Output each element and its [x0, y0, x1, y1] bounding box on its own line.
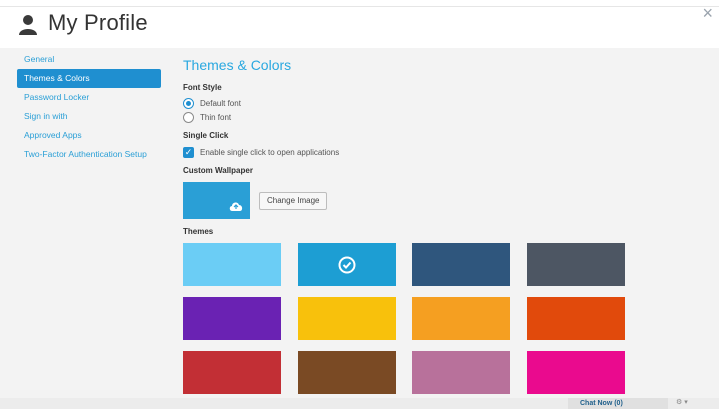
- theme-swatch-purple[interactable]: [183, 297, 281, 340]
- sidebar-item-general[interactable]: General: [17, 50, 161, 69]
- wallpaper-preview[interactable]: [183, 182, 250, 219]
- main-panel: Themes & Colors Font Style Default font …: [183, 55, 703, 394]
- sidebar: General Themes & Colors Password Locker …: [17, 50, 161, 164]
- sidebar-item-password-locker[interactable]: Password Locker: [17, 88, 161, 107]
- single-click-label: Single Click: [183, 131, 229, 140]
- sidebar-item-two-factor[interactable]: Two-Factor Authentication Setup: [17, 145, 161, 164]
- theme-swatch-brown[interactable]: [298, 351, 396, 394]
- single-click-checkbox[interactable]: ✓ Enable single click to open applicatio…: [183, 147, 339, 158]
- profile-window: My Profile × General Themes & Colors Pas…: [0, 0, 719, 409]
- titlebar: My Profile ×: [0, 0, 719, 48]
- sidebar-item-approved-apps[interactable]: Approved Apps: [17, 126, 161, 145]
- theme-swatch-navy[interactable]: [412, 243, 510, 286]
- theme-swatch-light-blue[interactable]: [183, 243, 281, 286]
- theme-swatch-orange[interactable]: [412, 297, 510, 340]
- cloud-upload-icon: [229, 202, 243, 211]
- status-settings-icon[interactable]: ⚙ ▾: [676, 398, 688, 406]
- theme-swatch-magenta[interactable]: [527, 351, 625, 394]
- close-icon[interactable]: ×: [702, 4, 713, 22]
- themes-label: Themes: [183, 227, 214, 236]
- sidebar-item-themes-colors[interactable]: Themes & Colors: [17, 69, 161, 88]
- radio-default-font-label: Default font: [200, 99, 241, 108]
- user-icon: [19, 15, 37, 35]
- page-title: My Profile: [48, 10, 148, 35]
- section-title: Themes & Colors: [183, 57, 292, 73]
- checkbox-check-icon[interactable]: ✓: [183, 147, 194, 158]
- single-click-checkbox-label: Enable single click to open applications: [200, 148, 340, 157]
- check-circle-icon: [338, 256, 356, 274]
- theme-swatch-crimson[interactable]: [183, 351, 281, 394]
- radio-thin-font-control[interactable]: [183, 112, 194, 123]
- titlebar-divider: [0, 6, 719, 7]
- change-image-button[interactable]: Change Image: [259, 192, 328, 210]
- radio-default-font-control[interactable]: [183, 98, 194, 109]
- custom-wallpaper-label: Custom Wallpaper: [183, 166, 253, 175]
- theme-swatch-blue[interactable]: [298, 243, 396, 286]
- theme-swatch-red-orange[interactable]: [527, 297, 625, 340]
- theme-swatch-slate[interactable]: [527, 243, 625, 286]
- font-style-label: Font Style: [183, 83, 222, 92]
- sidebar-item-sign-in-with[interactable]: Sign in with: [17, 107, 161, 126]
- theme-swatch-mauve[interactable]: [412, 351, 510, 394]
- radio-thin-font[interactable]: Thin font: [183, 112, 231, 123]
- radio-default-font[interactable]: Default font: [183, 98, 241, 109]
- theme-swatch-yellow[interactable]: [298, 297, 396, 340]
- chat-now-button[interactable]: Chat Now (0): [568, 398, 668, 409]
- radio-thin-font-label: Thin font: [200, 113, 232, 122]
